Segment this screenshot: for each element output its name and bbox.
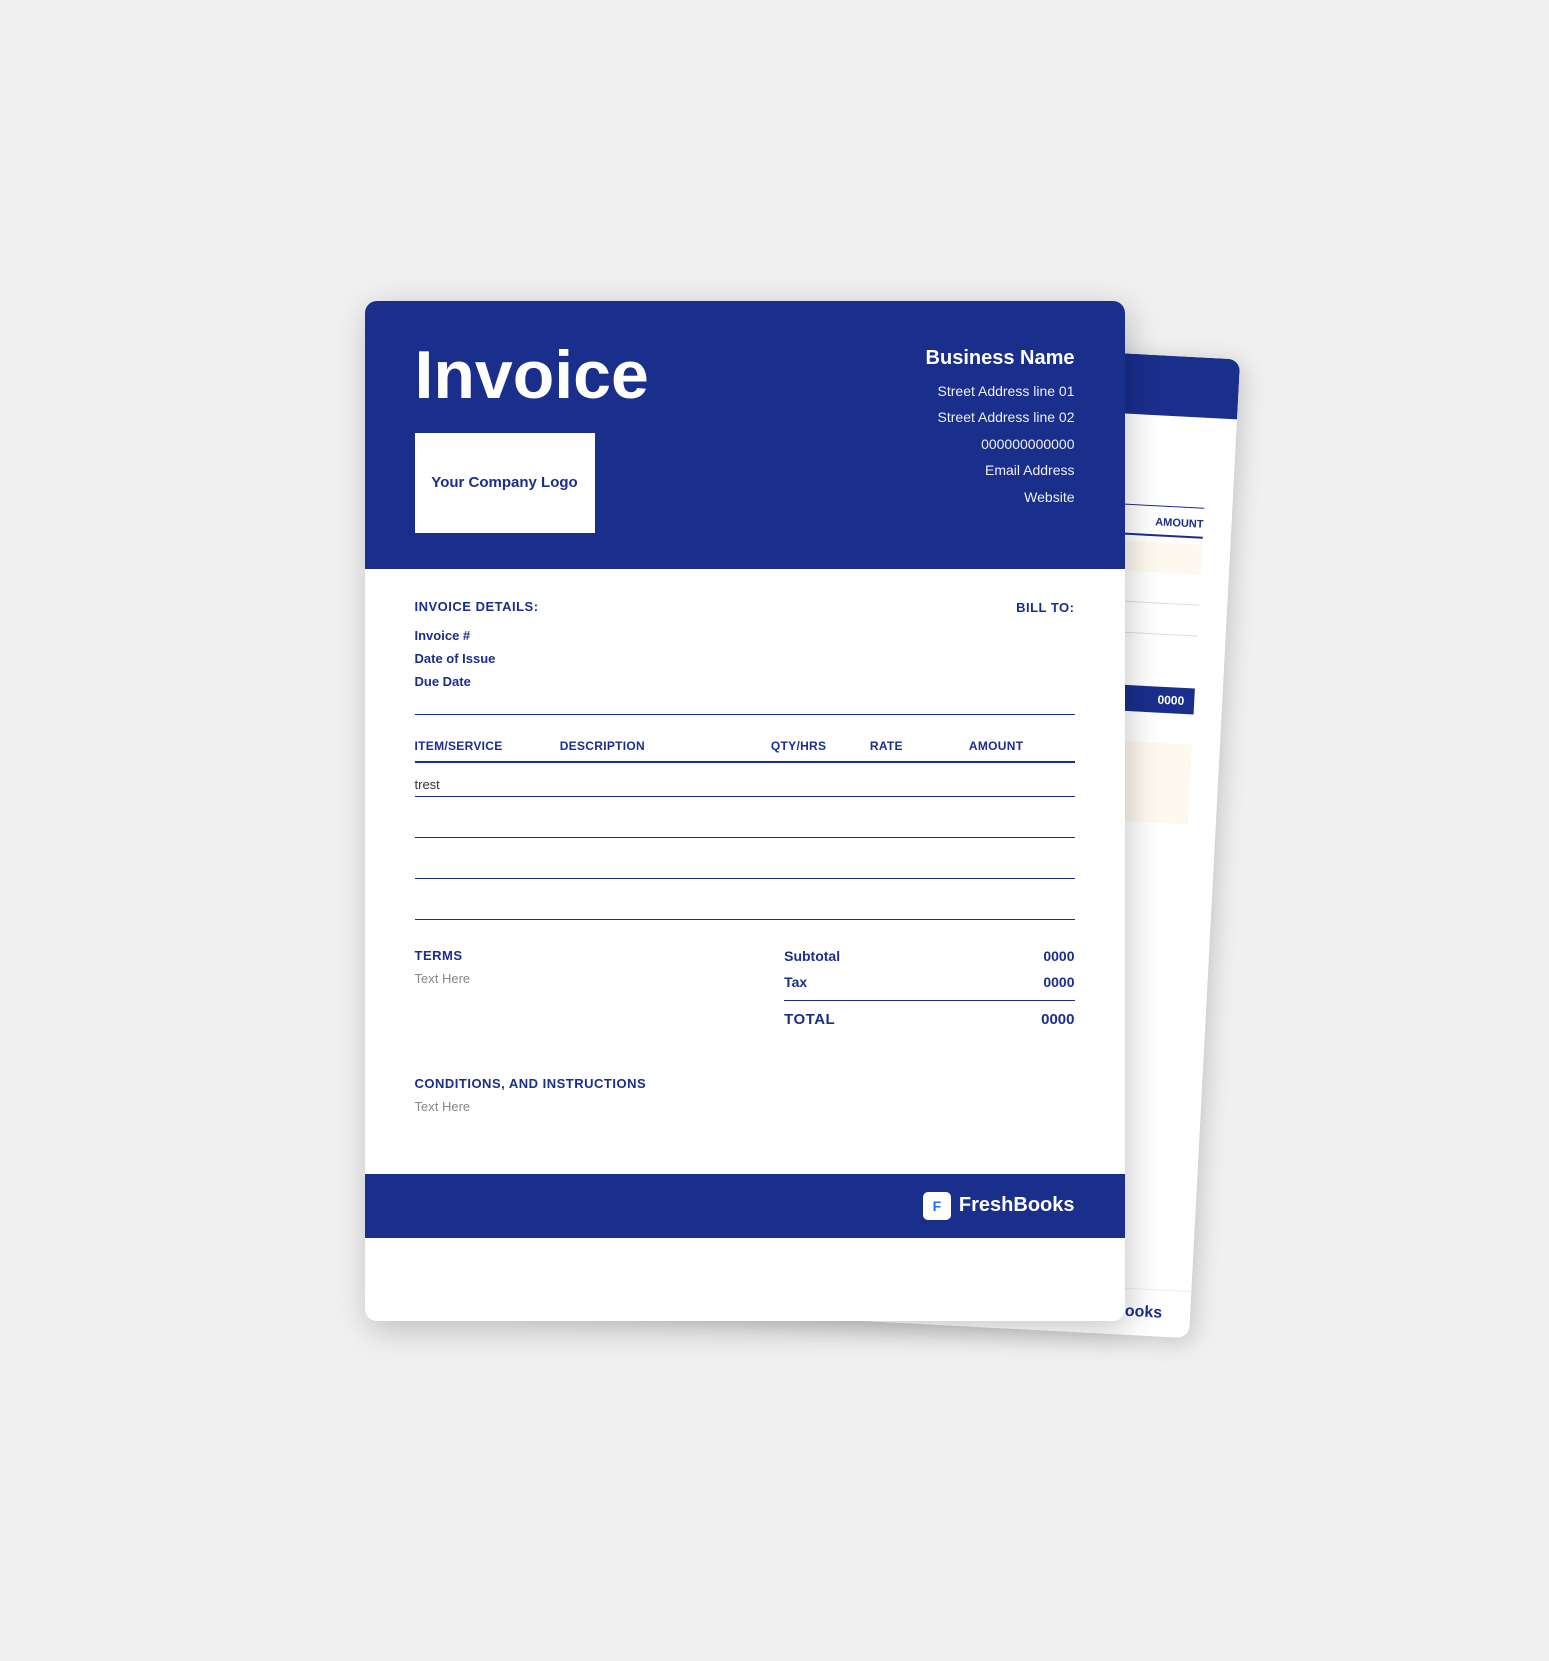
business-name: Business Name: [926, 347, 1075, 370]
table-row-1: trest: [415, 762, 1075, 797]
invoice-header: Invoice Your Company Logo Business Name …: [365, 301, 1125, 569]
business-details: Street Address line 01 Street Address li…: [926, 378, 1075, 511]
row1-desc: [560, 762, 771, 797]
row2-item: [415, 796, 560, 837]
row3-rate: [870, 837, 969, 878]
total-divider: [784, 1000, 1074, 1001]
row1-item: trest: [415, 762, 560, 797]
totals-section: Subtotal 0000 Tax 0000 TOTAL 0000: [784, 948, 1074, 1028]
invoice-num: Invoice #: [415, 624, 539, 647]
invoice-title: Invoice: [415, 341, 649, 409]
row3-desc: [560, 837, 771, 878]
conditions-text: Text Here: [415, 1099, 1075, 1114]
row2-desc: [560, 796, 771, 837]
freshbooks-name: FreshBooks: [959, 1194, 1075, 1217]
row3-item: [415, 837, 560, 878]
row4-qty: [771, 878, 870, 919]
main-divider: [415, 714, 1075, 715]
tax-row: Tax 0000: [784, 974, 1074, 990]
invoice-body: INVOICE DETAILS: Invoice # Date of Issue…: [365, 569, 1125, 1144]
row4-rate: [870, 878, 969, 919]
col-rate-header: RATE: [870, 739, 969, 762]
conditions-section: CONDITIONS, AND INSTRUCTIONS Text Here: [415, 1076, 1075, 1114]
subtotal-row: Subtotal 0000: [784, 948, 1074, 964]
row2-amount: [969, 796, 1075, 837]
phone: 000000000000: [926, 431, 1075, 458]
row2-qty: [771, 796, 870, 837]
bill-to: BILL TO:: [1016, 599, 1074, 617]
details-row: INVOICE DETAILS: Invoice # Date of Issue…: [415, 599, 1075, 694]
total-label: TOTAL: [784, 1011, 835, 1028]
invoice-footer-bar: F FreshBooks: [365, 1174, 1125, 1238]
table-row-3: [415, 837, 1075, 878]
invoice-scene: INVOICE DETAILS: Invoice # 0000 Date of …: [365, 301, 1185, 1361]
footer-section: TERMS Text Here Subtotal 0000 Tax 0000 T…: [415, 948, 1075, 1048]
col-amount-header: AMOUNT: [969, 739, 1075, 762]
table-row-4: [415, 878, 1075, 919]
invoice-front: Invoice Your Company Logo Business Name …: [365, 301, 1125, 1321]
freshbooks-icon: F: [923, 1192, 951, 1220]
tax-value: 0000: [1043, 974, 1074, 990]
back-col-amount: AMOUNT: [1154, 516, 1203, 531]
subtotal-value: 0000: [1043, 948, 1074, 964]
back-total-value: 0000: [1157, 692, 1184, 707]
col-desc-header: DESCRIPTION: [560, 739, 771, 762]
tax-label: Tax: [784, 974, 807, 990]
row1-qty: [771, 762, 870, 797]
header-right: Business Name Street Address line 01 Str…: [926, 341, 1075, 511]
terms-text: Text Here: [415, 971, 679, 986]
logo-box: Your Company Logo: [415, 433, 595, 533]
terms-label: TERMS: [415, 948, 679, 963]
due-date: Due Date: [415, 670, 539, 693]
row3-qty: [771, 837, 870, 878]
row1-rate: [870, 762, 969, 797]
terms-section: TERMS Text Here: [415, 948, 679, 986]
bill-to-label: BILL TO:: [1016, 600, 1074, 615]
freshbooks-logo: F FreshBooks: [923, 1192, 1075, 1220]
table-row-2: [415, 796, 1075, 837]
total-final-row: TOTAL 0000: [784, 1011, 1074, 1028]
row4-amount: [969, 878, 1075, 919]
row2-rate: [870, 796, 969, 837]
email: Email Address: [926, 457, 1075, 484]
logo-text: Your Company Logo: [431, 473, 577, 493]
invoice-details-label: INVOICE DETAILS:: [415, 599, 539, 614]
address-line2: Street Address line 02: [926, 404, 1075, 431]
conditions-label: CONDITIONS, AND INSTRUCTIONS: [415, 1076, 1075, 1091]
row3-amount: [969, 837, 1075, 878]
invoice-details-section: INVOICE DETAILS: Invoice # Date of Issue…: [415, 599, 539, 694]
total-value: 0000: [1041, 1011, 1074, 1028]
col-qty-header: QTY/HRS: [771, 739, 870, 762]
row4-desc: [560, 878, 771, 919]
col-item-header: ITEM/SERVICE: [415, 739, 560, 762]
row1-amount: [969, 762, 1075, 797]
website: Website: [926, 484, 1075, 511]
items-table: ITEM/SERVICE DESCRIPTION QTY/HRS RATE AM…: [415, 739, 1075, 920]
row4-item: [415, 878, 560, 919]
subtotal-label: Subtotal: [784, 948, 840, 964]
date-issue: Date of Issue: [415, 647, 539, 670]
address-line1: Street Address line 01: [926, 378, 1075, 405]
header-left: Invoice Your Company Logo: [415, 341, 649, 533]
